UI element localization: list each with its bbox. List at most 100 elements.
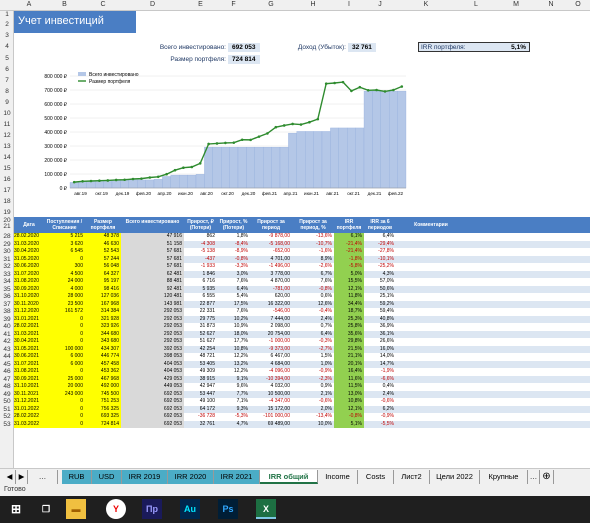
cell-portfolio[interactable]: 756 325 [85,405,121,413]
row-number[interactable]: 43 [0,346,14,353]
cell-period-pct[interactable]: -0,6% [292,398,334,406]
cell-portfolio[interactable]: 343 680 [85,338,121,346]
row-number[interactable]: 12 [0,132,14,139]
tab-goals-2022[interactable]: Цели 2022 [430,470,480,484]
cell-invested[interactable]: 692 053 [121,405,184,413]
cell-period-gain[interactable]: 15 172,00 [250,406,292,414]
cell-invested[interactable]: 120 481 [121,293,184,301]
cell-gain-rub[interactable]: 22 877 [184,301,217,309]
tab-rub[interactable]: RUB [62,470,92,484]
cell-gain-rub[interactable]: 49 309 [184,368,217,376]
cell-irr6[interactable]: 59,2% [364,301,396,309]
windows-start-icon[interactable]: ⊞ [6,499,26,519]
cell-period-pct[interactable]: -2,3% [292,376,334,384]
cell-portfolio[interactable]: 98 416 [85,285,121,293]
cell-irr[interactable]: 35,6% [334,330,364,338]
cell-portfolio[interactable]: 56 048 [85,263,121,271]
cell-period-pct[interactable]: -2,6% [292,263,334,271]
cell-gain-rub[interactable]: 53 405 [184,361,217,369]
column-header[interactable]: C [85,1,121,8]
row-number[interactable]: 16 [0,176,14,183]
cell-date[interactable]: 31.05.2021 [14,345,44,353]
column-header[interactable]: A [14,1,44,8]
cell-deposit[interactable]: 6 000 [44,353,85,361]
row-number[interactable]: 31 [0,256,14,263]
file-explorer-icon[interactable]: ▬ [66,499,86,519]
cell-deposit[interactable]: 0 [44,315,85,323]
cell-period-gain[interactable]: -652,00 [250,248,292,256]
cell-gain-pct[interactable]: -0,8% [217,256,250,264]
cell-period-pct[interactable]: -0,3% [292,338,334,346]
cell-deposit[interactable]: 0 [44,338,85,346]
cell-portfolio[interactable]: 127 036 [85,293,121,301]
cell-irr6[interactable]: 14,0% [364,353,396,361]
cell-deposit[interactable]: 4 500 [44,270,85,278]
cell-gain-rub[interactable]: -437 [184,256,217,264]
cell-gain-pct[interactable]: 3,0% [217,271,250,279]
cell-gain-pct[interactable]: 10,8% [217,346,250,354]
cell-gain-rub[interactable]: 49 100 [184,398,217,406]
cell-invested[interactable]: 57 681 [121,248,184,256]
cell-period-gain[interactable]: 4 684,00 [250,361,292,369]
row-number[interactable]: 29 [0,241,14,248]
row-number[interactable]: 41 [0,331,14,338]
tab-more-icon[interactable]: … [528,470,540,484]
cell-period-pct[interactable]: 7,6% [292,278,334,286]
cell-date[interactable]: 28.02.2022 [14,413,44,421]
cell-invested[interactable]: 292 053 [121,308,184,316]
cell-irr[interactable]: 12,1% [334,405,364,413]
row-number[interactable]: 14 [0,154,14,161]
cell-portfolio[interactable]: 167 968 [85,300,121,308]
cell-invested[interactable]: 692 053 [121,398,184,406]
cell-portfolio[interactable]: 344 680 [85,330,121,338]
cell-irr6[interactable]: 14,7% [364,361,396,369]
column-header[interactable]: K [396,1,456,8]
cell-portfolio[interactable]: 57 244 [85,255,121,263]
cell-period-gain[interactable]: 3 778,00 [250,271,292,279]
cell-period-gain[interactable]: 620,00 [250,293,292,301]
tab-irr-2019[interactable]: IRR 2019 [122,470,168,484]
cell-deposit[interactable]: 0 [44,398,85,406]
cell-date[interactable]: 31.05.2020 [14,255,44,263]
cell-period-gain[interactable]: -781,00 [250,286,292,294]
row-number[interactable]: 32 [0,263,14,270]
cell-date[interactable]: 30.04.2021 [14,338,44,346]
cell-invested[interactable]: 292 053 [121,323,184,331]
cell-period-gain[interactable]: 4 870,00 [250,278,292,286]
cell-period-pct[interactable]: -0,8% [292,286,334,294]
cell-irr[interactable]: 16,4% [334,368,364,376]
cell-gain-pct[interactable]: -5,3% [217,413,250,421]
cell-deposit[interactable]: 0 [44,323,85,331]
row-number[interactable]: 28 [0,233,14,240]
cell-irr6[interactable]: 2,4% [364,391,396,399]
tab-ellipsis[interactable]: … [28,470,58,484]
tab-large[interactable]: Крупные [480,470,528,484]
cell-irr6[interactable]: 57,0% [364,278,396,286]
cell-invested[interactable]: 292 053 [121,330,184,338]
cell-gain-rub[interactable]: 53 447 [184,391,217,399]
cell-deposit[interactable]: 0 [44,420,85,428]
cell-period-gain[interactable]: 4 701,00 [250,256,292,264]
cell-gain-pct[interactable]: 4,7% [217,421,250,429]
cell-portfolio[interactable]: 321 928 [85,315,121,323]
cell-portfolio[interactable]: 745 500 [85,390,121,398]
cell-date[interactable]: 31.08.2020 [14,278,44,286]
cell-irr[interactable]: 25,3% [334,315,364,323]
cell-irr6[interactable]: -27,8% [364,248,396,256]
cell-gain-rub[interactable]: 51 627 [184,338,217,346]
cell-date[interactable]: 31.08.2021 [14,368,44,376]
portfolio-value[interactable]: 724 814 [228,55,260,64]
header-period-gain-pct[interactable]: Прирост за период, % [292,219,334,231]
row-number[interactable]: 40 [0,323,14,330]
cell-gain-rub[interactable]: -1 933 [184,263,217,271]
cell-deposit[interactable]: 161 572 [44,308,85,316]
cell-gain-rub[interactable]: 32 761 [184,421,217,429]
cell-deposit[interactable]: 0 [44,413,85,421]
tab-list2[interactable]: Лист2 [394,470,430,484]
cell-period-gain[interactable]: -1 000,00 [250,338,292,346]
cell-deposit[interactable]: 3 620 [44,240,85,248]
cell-deposit[interactable]: 24 000 [44,278,85,286]
cell-gain-pct[interactable]: -3,3% [217,263,250,271]
yandex-browser-icon[interactable]: Y [106,499,126,519]
cell-invested[interactable]: 47 916 [121,233,184,241]
